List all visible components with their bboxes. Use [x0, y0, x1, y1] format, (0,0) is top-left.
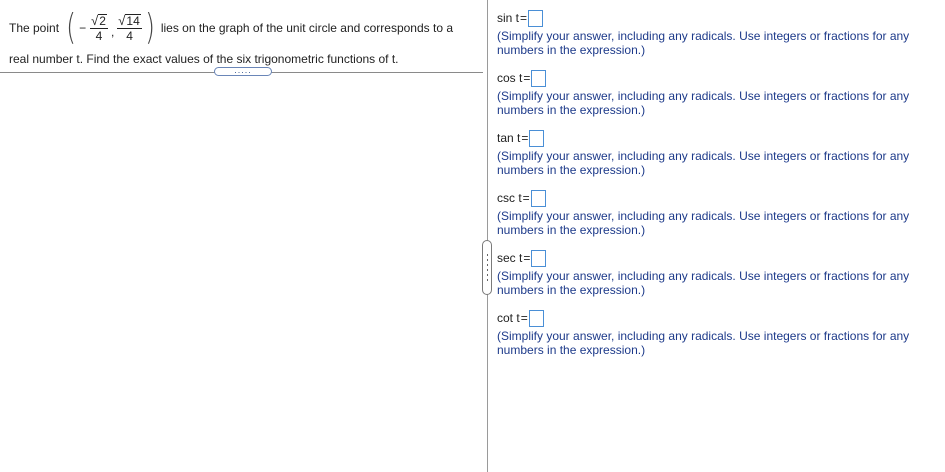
- x-denominator: 4: [95, 28, 103, 43]
- csc-answer-input[interactable]: [530, 189, 546, 207]
- answer-hint: (Simplify your answer, including any rad…: [497, 209, 910, 237]
- grip-dot: [486, 254, 488, 256]
- function-label: tan t: [497, 131, 521, 145]
- equals-sign: =: [521, 131, 529, 145]
- answer-cos: cos t = (Simplify your answer, including…: [497, 68, 937, 128]
- expand-button-label: .....: [234, 65, 252, 75]
- answer-hint: (Simplify your answer, including any rad…: [497, 29, 910, 57]
- answer-sin: sin t = (Simplify your answer, including…: [497, 8, 937, 68]
- tan-answer-input[interactable]: [529, 129, 545, 147]
- problem-statement: The point ( − √ 2 4 , √ 14 4 ) lies on t…: [9, 8, 479, 67]
- answer-hint: (Simplify your answer, including any rad…: [497, 269, 910, 297]
- y-numerator: √ 14: [117, 12, 142, 29]
- right-paren: ): [144, 7, 155, 48]
- equals-sign: =: [520, 11, 528, 25]
- equals-sign: =: [523, 251, 531, 265]
- answer-tan: tan t = (Simplify your answer, including…: [497, 128, 937, 188]
- problem-line-2: real number t. Find the exact values of …: [9, 52, 399, 66]
- problem-intro: The point: [9, 21, 60, 35]
- equals-sign: =: [523, 71, 531, 85]
- equals-sign: =: [520, 311, 528, 325]
- y-coordinate-fraction: √ 14 4: [117, 12, 142, 43]
- answer-hint: (Simplify your answer, including any rad…: [497, 149, 910, 177]
- grip-dot: [486, 269, 488, 271]
- sqrt-icon: √: [91, 12, 99, 28]
- sec-answer-input[interactable]: [531, 249, 547, 267]
- x-radicand: 2: [98, 13, 107, 28]
- cot-answer-input[interactable]: [528, 309, 544, 327]
- equals-sign: =: [522, 191, 530, 205]
- question-panel: The point ( − √ 2 4 , √ 14 4 ) lies on t…: [0, 0, 486, 472]
- function-label: csc t: [497, 191, 522, 205]
- answer-csc: csc t = (Simplify your answer, including…: [497, 188, 937, 248]
- function-label: sin t: [497, 11, 520, 25]
- grip-dot: [486, 264, 488, 266]
- coordinate-separator: ,: [110, 25, 115, 39]
- grip-dot: [486, 274, 488, 276]
- x-numerator: √ 2: [90, 12, 108, 29]
- function-label: sec t: [497, 251, 523, 265]
- answer-cot: cot t = (Simplify your answer, including…: [497, 308, 937, 368]
- left-paren: (: [66, 7, 76, 48]
- problem-line-1: The point ( − √ 2 4 , √ 14 4 ) lies on t…: [9, 8, 479, 48]
- panel-divider: [487, 0, 488, 472]
- grip-dot: [486, 279, 488, 281]
- problem-continuation: lies on the graph of the unit circle and…: [160, 21, 454, 35]
- x-coordinate-fraction: √ 2 4: [90, 12, 108, 43]
- panel-resize-handle[interactable]: [482, 240, 492, 295]
- y-denominator: 4: [126, 28, 133, 43]
- answer-hint: (Simplify your answer, including any rad…: [497, 329, 910, 357]
- sqrt-icon: √: [118, 12, 126, 28]
- answer-hint: (Simplify your answer, including any rad…: [497, 89, 910, 117]
- cos-answer-input[interactable]: [531, 69, 547, 87]
- answer-sec: sec t = (Simplify your answer, including…: [497, 248, 937, 308]
- answer-panel: sin t = (Simplify your answer, including…: [497, 8, 937, 368]
- function-label: cot t: [497, 311, 520, 325]
- y-radicand: 14: [125, 13, 141, 28]
- sin-answer-input[interactable]: [528, 9, 544, 27]
- grip-dot: [486, 259, 488, 261]
- function-label: cos t: [497, 71, 523, 85]
- expand-question-button[interactable]: .....: [214, 65, 272, 76]
- negative-sign: −: [79, 21, 87, 35]
